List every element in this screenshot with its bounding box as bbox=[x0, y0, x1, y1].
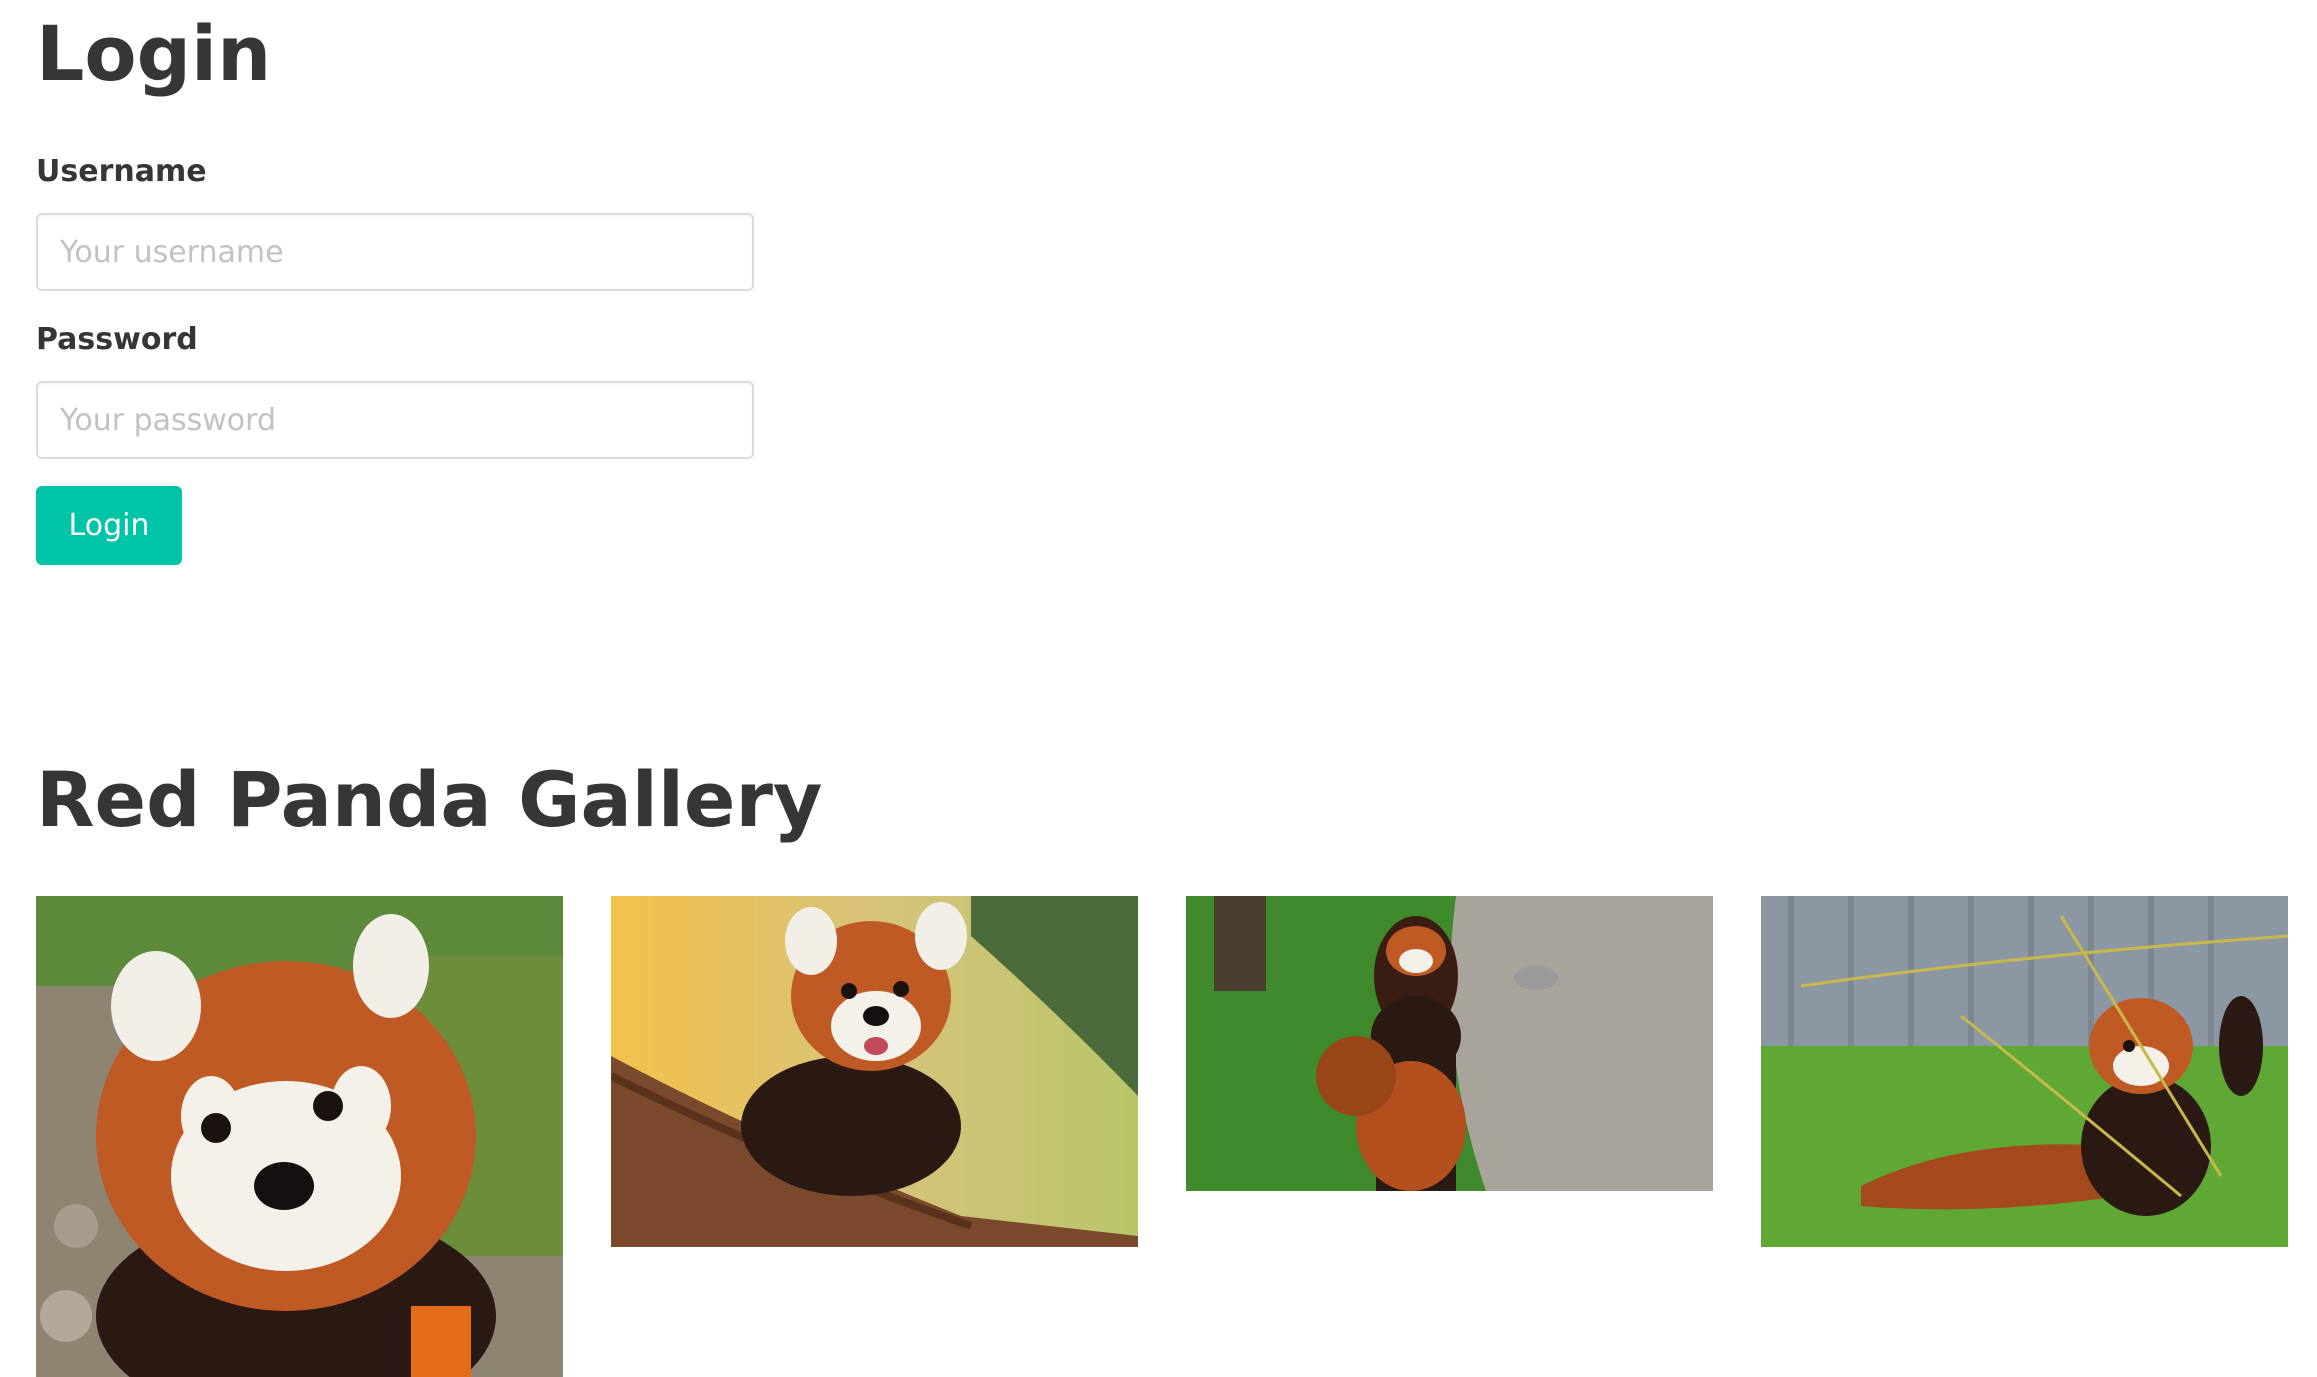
red-panda-photo-4 bbox=[1761, 896, 2288, 1247]
gallery-image-1 bbox=[36, 896, 563, 1377]
login-button[interactable]: Login bbox=[36, 486, 182, 565]
password-label: Password bbox=[36, 322, 198, 357]
gallery-image-4 bbox=[1761, 896, 2288, 1247]
red-panda-photo-3 bbox=[1186, 896, 1713, 1191]
username-label: Username bbox=[36, 154, 207, 189]
red-panda-photo-2 bbox=[611, 896, 1138, 1247]
password-input[interactable] bbox=[36, 381, 754, 459]
gallery-image-3 bbox=[1186, 896, 1713, 1191]
gallery-image-2 bbox=[611, 896, 1138, 1247]
login-title: Login bbox=[36, 9, 272, 98]
username-input[interactable] bbox=[36, 213, 754, 291]
gallery-title: Red Panda Gallery bbox=[36, 755, 823, 844]
red-panda-photo-1 bbox=[36, 896, 563, 1377]
